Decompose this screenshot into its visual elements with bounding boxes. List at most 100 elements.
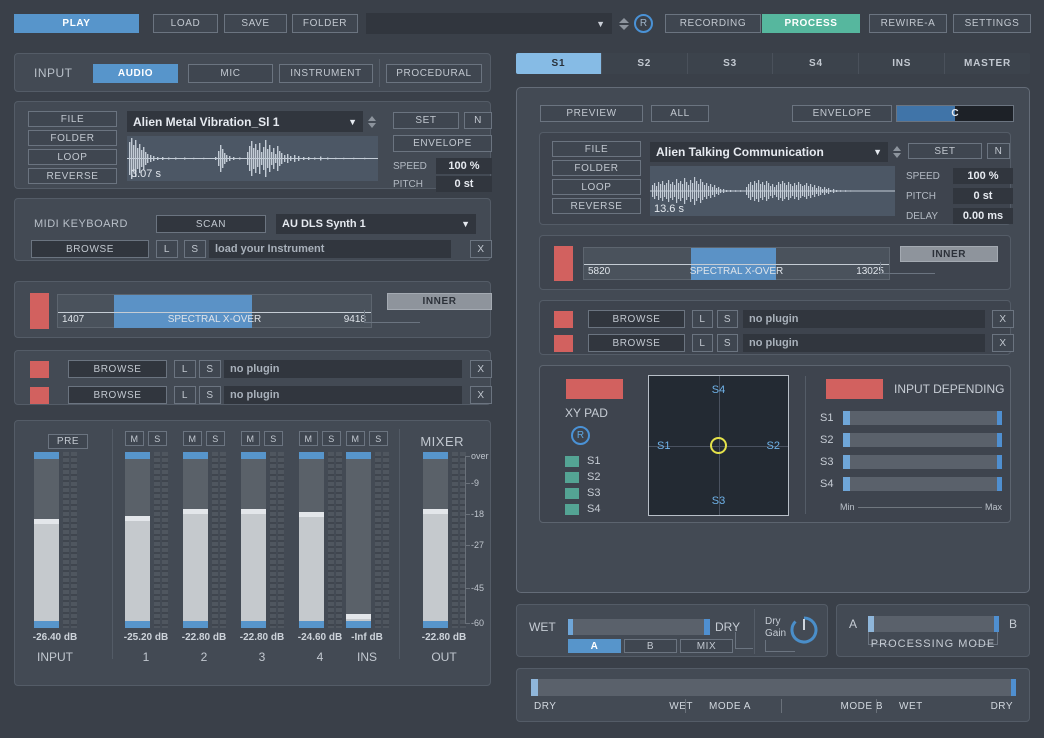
right-plugin-1-save-button[interactable]: S [717, 310, 738, 328]
mixer-strip-2-mute-button[interactable]: M [183, 431, 202, 446]
preset-stepper[interactable] [618, 13, 630, 34]
tab-s4[interactable]: S4 [773, 53, 859, 74]
process-button[interactable]: PROCESS [762, 14, 860, 33]
midi-save-button[interactable]: S [184, 240, 206, 258]
right-waveform-display[interactable]: 13.6 s [650, 166, 895, 216]
input-tab-audio[interactable]: AUDIO [93, 64, 178, 83]
left-plugin-1-browse-button[interactable]: BROWSE [68, 360, 167, 378]
right-set-button[interactable]: SET [908, 143, 982, 159]
xy-random-icon[interactable]: R [571, 426, 590, 445]
mixer-strip-3-solo-button[interactable]: S [264, 431, 283, 446]
wet-dry-a-button[interactable]: A [568, 639, 621, 653]
all-button[interactable]: ALL [651, 105, 709, 122]
wet-dry-slider[interactable] [568, 619, 710, 635]
mixer-strip-4-solo-button[interactable]: S [322, 431, 341, 446]
right-plugin-1-clear-button[interactable]: X [992, 310, 1014, 328]
tab-s2[interactable]: S2 [602, 53, 688, 74]
right-loop-button[interactable]: LOOP [552, 179, 641, 195]
play-button[interactable]: PLAY [14, 14, 139, 33]
bottom-morph-slider[interactable] [531, 679, 1016, 696]
mixer-fader-1[interactable] [125, 452, 150, 628]
mixer-strip-3-mute-button[interactable]: M [241, 431, 260, 446]
left-plugin-2-name-field[interactable]: no plugin [224, 386, 462, 404]
right-plugin-2-enable-toggle[interactable] [554, 335, 573, 352]
right-sample-stepper[interactable] [891, 143, 903, 161]
rewire-button[interactable]: REWIRE-A [869, 14, 947, 33]
right-plugin-2-clear-button[interactable]: X [992, 334, 1014, 352]
midi-browse-button[interactable]: BROWSE [31, 240, 149, 258]
input-depending-slider-s4[interactable] [843, 477, 1002, 491]
tab-s3[interactable]: S3 [688, 53, 774, 74]
left-envelope-button[interactable]: ENVELOPE [393, 135, 492, 152]
left-folder-button[interactable]: FOLDER [28, 130, 117, 146]
left-plugin-2-clear-button[interactable]: X [470, 386, 492, 404]
right-folder-button[interactable]: FOLDER [552, 160, 641, 176]
left-xover-slider[interactable]: 1407 SPECTRAL X-OVER 9418 [57, 294, 372, 328]
mixer-fader-2[interactable] [183, 452, 208, 628]
mixer-strip-1-solo-button[interactable]: S [148, 431, 167, 446]
right-inner-button[interactable]: INNER [900, 246, 998, 262]
left-plugin-1-save-button[interactable]: S [199, 360, 221, 378]
mixer-fader-4[interactable] [299, 452, 324, 628]
xy-pad-handle[interactable] [710, 437, 727, 454]
xy-pad-enable-toggle[interactable] [566, 379, 623, 399]
left-plugin-2-save-button[interactable]: S [199, 386, 221, 404]
right-xover-enable-toggle[interactable] [554, 246, 573, 281]
right-envelope-button[interactable]: ENVELOPE [792, 105, 892, 122]
mixer-strip-ins-mute-button[interactable]: M [346, 431, 365, 446]
folder-button[interactable]: FOLDER [292, 14, 358, 33]
right-plugin-1-browse-button[interactable]: BROWSE [588, 310, 685, 328]
processing-mode-slider[interactable] [868, 616, 999, 632]
load-button[interactable]: LOAD [153, 14, 218, 33]
right-file-button[interactable]: FILE [552, 141, 641, 157]
mixer-strip-2-solo-button[interactable]: S [206, 431, 225, 446]
save-button[interactable]: SAVE [224, 14, 287, 33]
left-loop-button[interactable]: LOOP [28, 149, 117, 165]
preview-button[interactable]: PREVIEW [540, 105, 643, 122]
right-pitch-value[interactable]: 0 st [953, 188, 1013, 204]
right-speed-value[interactable]: 100 % [953, 168, 1013, 184]
right-plugin-1-enable-toggle[interactable] [554, 311, 573, 328]
left-plugin-1-clear-button[interactable]: X [470, 360, 492, 378]
midi-scan-button[interactable]: SCAN [156, 215, 266, 233]
c-slider-button[interactable]: C [896, 105, 1014, 122]
wet-dry-b-button[interactable]: B [624, 639, 677, 653]
tab-master[interactable]: MASTER [945, 53, 1030, 74]
midi-instrument-field[interactable]: load your Instrument [209, 240, 451, 258]
left-n-button[interactable]: N [464, 112, 492, 129]
right-plugin-2-name-field[interactable]: no plugin [743, 334, 985, 352]
input-tab-mic[interactable]: MIC [188, 64, 273, 83]
input-depending-slider-s3[interactable] [843, 455, 1002, 469]
right-plugin-1-name-field[interactable]: no plugin [743, 310, 985, 328]
tab-s1[interactable]: S1 [516, 53, 602, 74]
left-plugin-1-load-button[interactable]: L [174, 360, 196, 378]
right-sample-name-dropdown[interactable]: Alien Talking Communication ▼ [650, 142, 888, 162]
left-xover-enable-toggle[interactable] [30, 293, 49, 329]
left-set-button[interactable]: SET [393, 112, 459, 129]
left-speed-value[interactable]: 100 % [436, 158, 492, 174]
right-plugin-2-load-button[interactable]: L [692, 334, 713, 352]
left-plugin-2-enable-toggle[interactable] [30, 387, 49, 404]
midi-synth-dropdown[interactable]: AU DLS Synth 1 ▼ [276, 214, 476, 234]
random-icon[interactable]: R [634, 14, 653, 33]
mixer-fader-out[interactable] [423, 452, 448, 628]
left-plugin-2-load-button[interactable]: L [174, 386, 196, 404]
midi-load-button[interactable]: L [156, 240, 178, 258]
left-sample-name-dropdown[interactable]: Alien Metal Vibration_Sl 1 ▼ [127, 111, 363, 132]
mixer-strip-4-mute-button[interactable]: M [299, 431, 318, 446]
right-reverse-button[interactable]: REVERSE [552, 198, 641, 214]
right-n-button[interactable]: N [987, 143, 1010, 159]
input-depending-slider-s1[interactable] [843, 411, 1002, 425]
mixer-fader-3[interactable] [241, 452, 266, 628]
left-plugin-1-name-field[interactable]: no plugin [224, 360, 462, 378]
left-waveform-display[interactable]: 3.07 s [127, 136, 378, 181]
mixer-fader-ins[interactable] [346, 452, 371, 628]
right-plugin-1-load-button[interactable]: L [692, 310, 713, 328]
input-tab-procedural[interactable]: PROCEDURAL [386, 64, 482, 83]
right-xover-slider[interactable]: 5820 SPECTRAL X-OVER 13025 [583, 247, 890, 280]
input-depending-slider-s2[interactable] [843, 433, 1002, 447]
mixer-strip-ins-solo-button[interactable]: S [369, 431, 388, 446]
right-plugin-2-browse-button[interactable]: BROWSE [588, 334, 685, 352]
preset-dropdown[interactable]: ▼ [366, 13, 612, 34]
left-pitch-value[interactable]: 0 st [436, 176, 492, 192]
